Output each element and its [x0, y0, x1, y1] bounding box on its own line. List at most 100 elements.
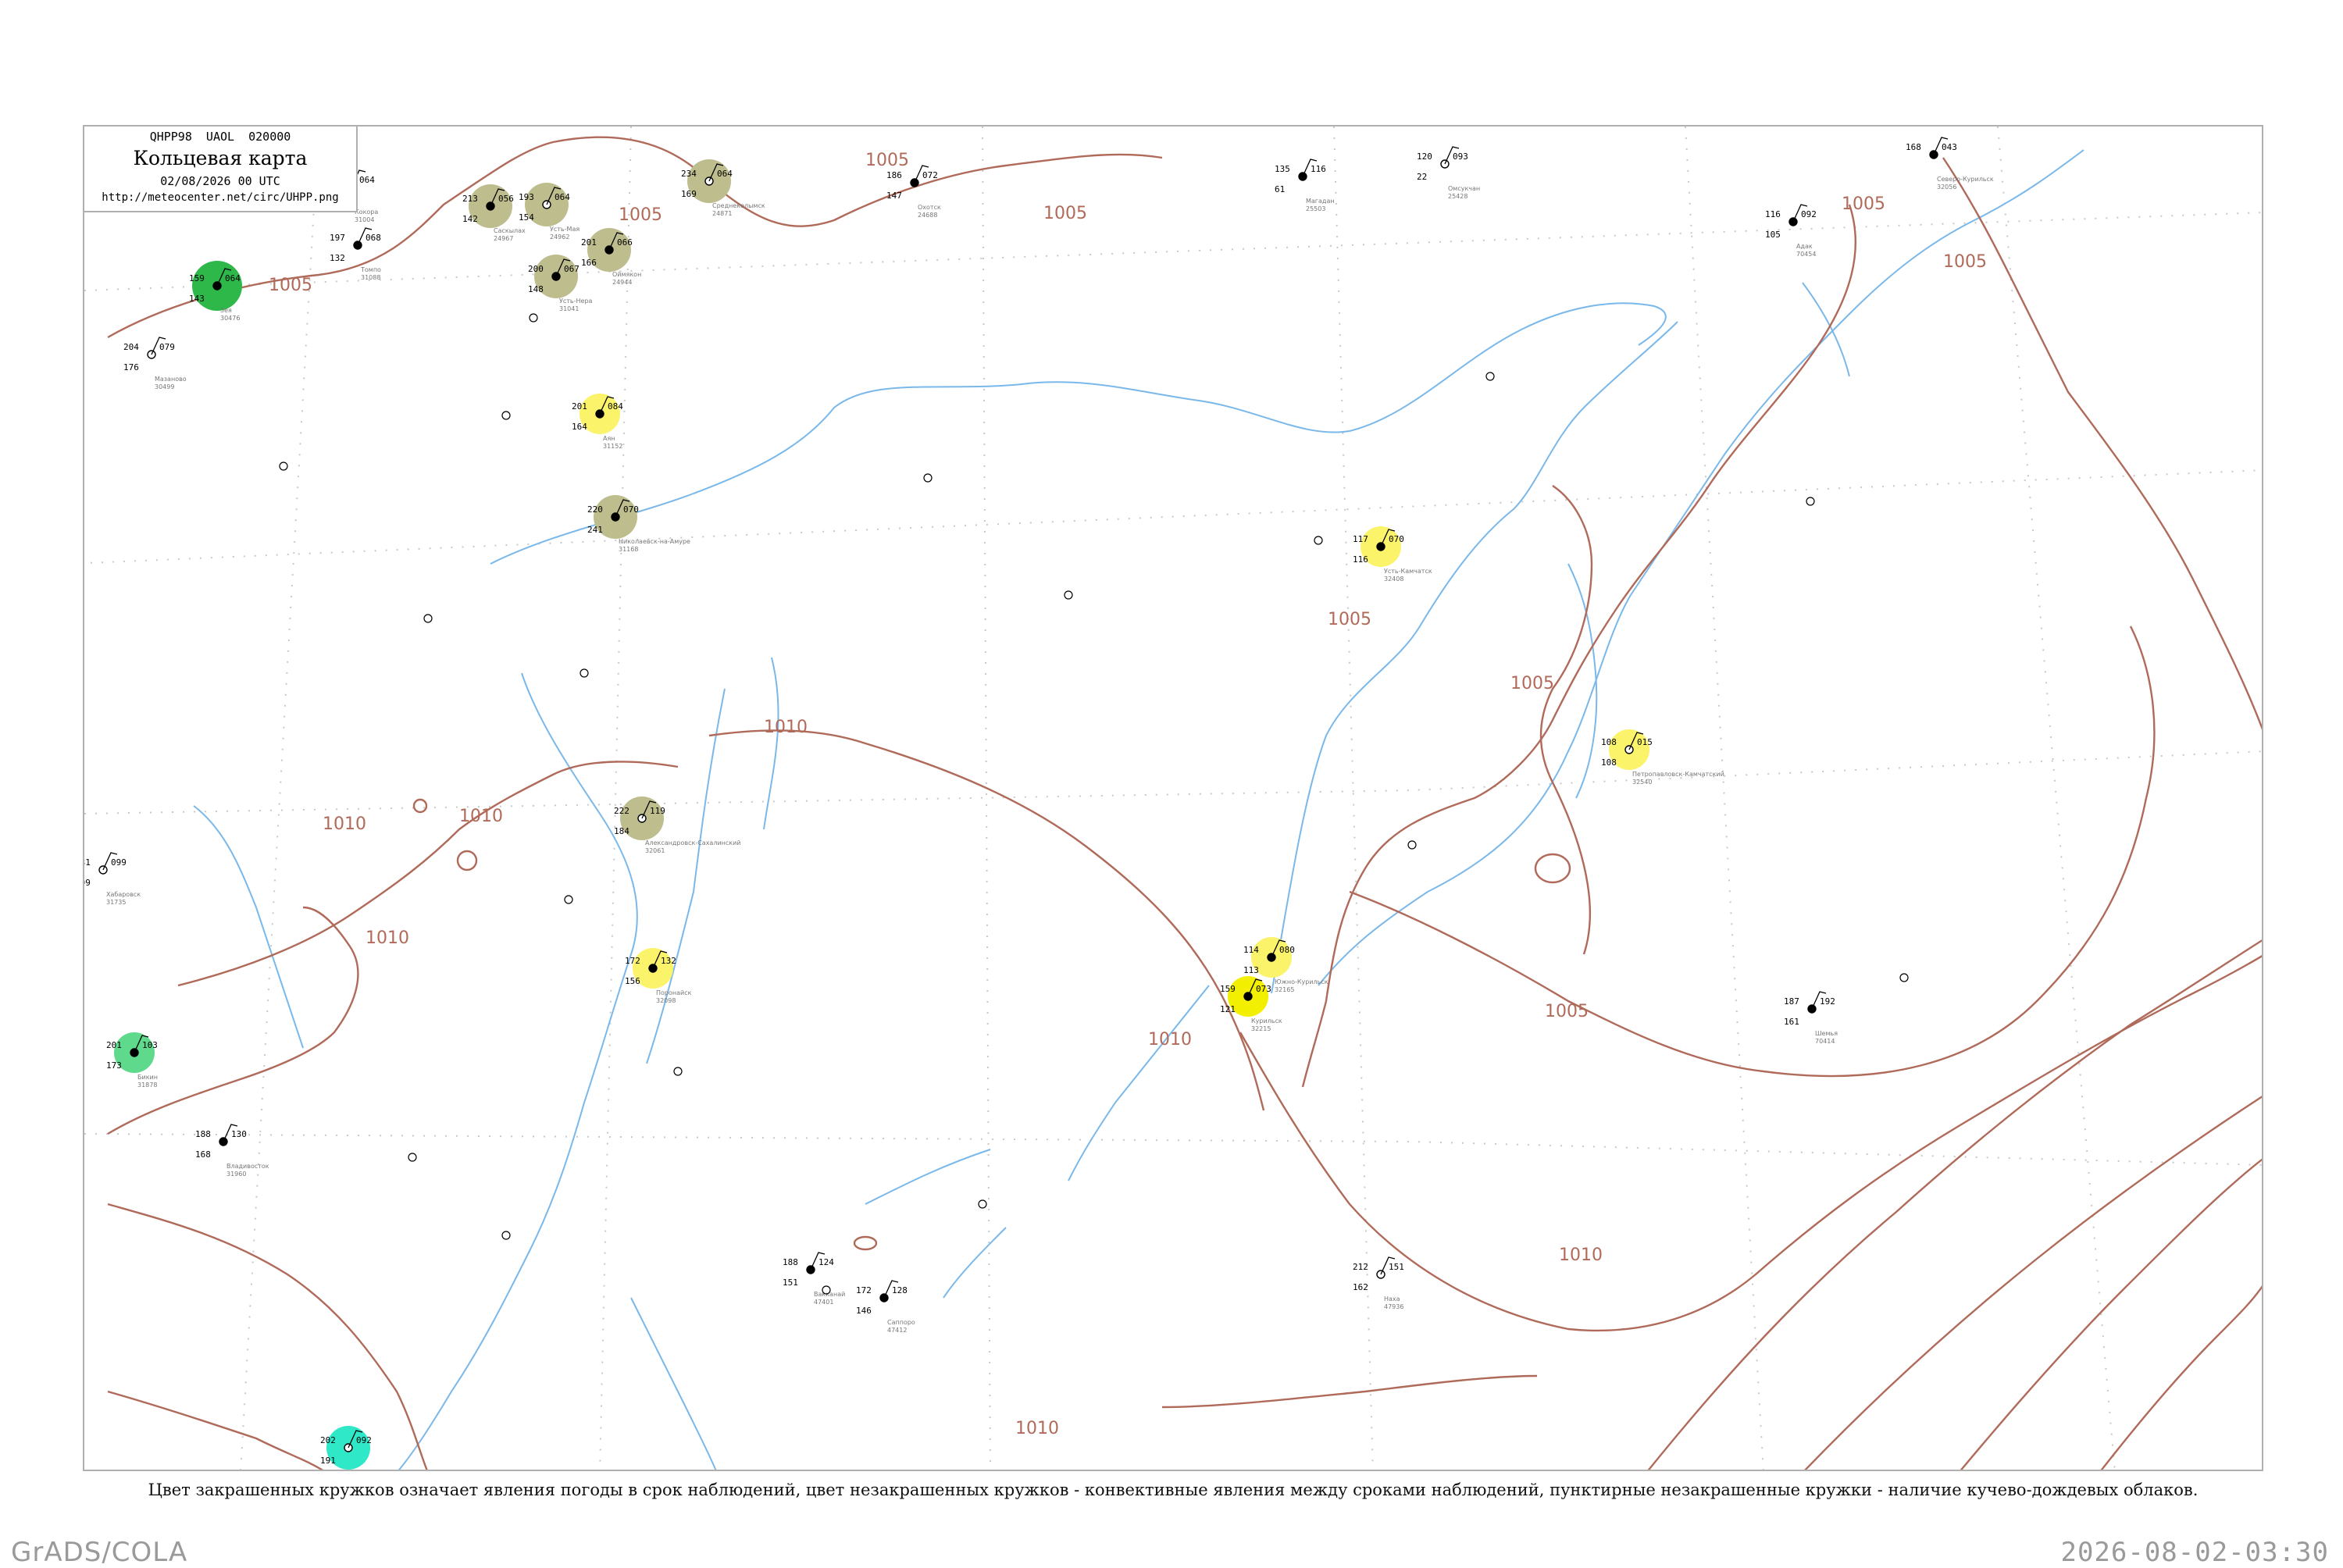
map-title: Кольцевая карта [133, 147, 308, 169]
station-dewpoint: 147 [886, 191, 902, 201]
station-dewpoint: 162 [1353, 1282, 1368, 1292]
station-dewpoint: 241 [587, 525, 603, 535]
station-temperature: 159 [189, 273, 205, 283]
station-temperature: 172 [856, 1285, 872, 1295]
station-pressure: 015 [1637, 737, 1653, 747]
station-pressure: 116 [1311, 164, 1326, 174]
station-name: Усть-Камчатск [1384, 568, 1432, 575]
station-temperature: 234 [681, 169, 697, 179]
station-temperature: 187 [1784, 996, 1799, 1007]
isobar-label: 1005 [1510, 674, 1554, 693]
station-dewpoint: 142 [462, 214, 478, 224]
station-index: 31735 [106, 899, 126, 906]
station-model: 188 130 168 Владивосток31960 [195, 1124, 269, 1178]
station-index: 31041 [559, 305, 579, 312]
map-datetime: 02/08/2026 00 UTC [160, 174, 280, 188]
station-pressure: 064 [555, 192, 570, 202]
station-pressure: 066 [617, 237, 633, 248]
isobar-label: 1005 [865, 151, 909, 170]
station-index: 70414 [1815, 1038, 1835, 1045]
station-dewpoint: 132 [330, 253, 345, 263]
station-dewpoint: 161 [1784, 1017, 1799, 1027]
isobar-label: 1005 [1043, 204, 1087, 223]
station-pressure: 192 [1820, 996, 1835, 1007]
station-model: 172 128 146 Саппоро47412 [856, 1280, 915, 1334]
isobar-label: 1010 [764, 718, 808, 737]
station-model: 186 072 147 Охотск24688 [886, 165, 941, 219]
isobar-label: 1005 [1545, 1002, 1589, 1021]
software-credit: GrADS/COLA [11, 1537, 188, 1568]
station-pressure: 124 [818, 1257, 834, 1267]
station-model: 234 064 169 Среднеколымск24871 [681, 159, 765, 217]
station-index: 31152 [603, 443, 622, 450]
isobar-label: 1010 [323, 814, 366, 834]
station-pressure: 064 [717, 169, 733, 179]
station-index: 70454 [1796, 251, 1816, 258]
isobar-label: 1010 [1148, 1030, 1192, 1049]
station-name: Николаевск-на-Амуре [619, 538, 690, 545]
station-pressure: 099 [111, 857, 127, 868]
station-index: 32215 [1251, 1025, 1271, 1032]
station-index: 30499 [155, 383, 174, 390]
synoptic-map: 1005 1005 1005 1005 1005 1005 1005 1005 … [84, 127, 2262, 1470]
cloud-cover-icon [879, 1293, 889, 1303]
station-dewpoint: 151 [783, 1278, 798, 1288]
station-temperature: 168 [1906, 142, 1921, 152]
station-model: 135 116 61 Магадан25503 [1275, 159, 1335, 212]
station-index: 30476 [220, 315, 240, 322]
station-pressure: 130 [231, 1129, 247, 1139]
station-index: 31960 [226, 1171, 246, 1178]
station-temperature: 186 [886, 170, 902, 180]
minor-station-marks [279, 313, 1909, 1295]
station-index: 47412 [887, 1327, 907, 1334]
station-model: 222 119 184 Александровск-Сахалинский32061 [614, 796, 741, 854]
station-temperature: 135 [1275, 164, 1290, 174]
station-name: Аян [603, 435, 615, 442]
station-dewpoint: 116 [1353, 554, 1368, 565]
station-model: 201 084 164 Аян31152 [572, 394, 623, 450]
station-pressure: 093 [1453, 151, 1468, 162]
station-index: 32408 [1384, 576, 1403, 583]
station-dewpoint: 156 [625, 976, 640, 986]
bulletin-code: QHPP98 UAOL 020000 [149, 130, 291, 144]
station-name: Мазаново [155, 376, 187, 383]
station-temperature: 201 [572, 401, 587, 412]
station-temperature: 193 [519, 192, 534, 202]
station-name: Петропавловск-Камчатский [1632, 771, 1724, 778]
station-name: Адак [1796, 243, 1813, 250]
station-dewpoint: 168 [195, 1149, 211, 1160]
station-pressure: 056 [498, 194, 514, 204]
station-index: 47936 [1384, 1303, 1403, 1310]
station-dewpoint: 148 [528, 284, 544, 294]
map-title-box: QHPP98 UAOL 020000 Кольцевая карта 02/08… [84, 127, 358, 212]
isobar-label: 1005 [1842, 194, 1885, 214]
station-temperature: 117 [1353, 534, 1368, 544]
station-temperature: 213 [462, 194, 478, 204]
station-name: Бикин [137, 1074, 158, 1081]
station-temperature: 188 [783, 1257, 798, 1267]
station-temperature: 200 [528, 264, 544, 274]
station-pressure: 080 [1279, 945, 1295, 955]
station-model: 117 070 116 Усть-Камчатск32408 [1353, 526, 1432, 583]
station-dewpoint: 169 [681, 189, 697, 199]
station-dewpoint: 184 [614, 826, 629, 836]
station-name: Поронайск [656, 989, 692, 996]
station-name: Кокора [355, 208, 378, 216]
station-dewpoint: 166 [581, 258, 597, 268]
station-model: 108 015 108 Петропавловск-Камчатский32540 [1601, 729, 1724, 786]
station-pressure: 067 [564, 264, 580, 274]
station-temperature: 201 [581, 237, 597, 248]
station-pressure: 084 [608, 401, 623, 412]
map-url[interactable]: http://meteocenter.net/circ/UHPP.png [84, 191, 356, 204]
station-dewpoint: 108 [1601, 757, 1617, 768]
station-dewpoint: 173 [106, 1060, 122, 1071]
station-dewpoint: 176 [123, 362, 139, 372]
isobar-label: 1010 [366, 928, 409, 948]
station-model: 201 066 166 Оймякон24944 [581, 228, 641, 286]
station-index: 24688 [918, 212, 937, 219]
station-model: 197 068 132 Томпо31088 [330, 227, 381, 281]
station-index: 31004 [355, 216, 374, 223]
station-model: 220 070 241 Николаевск-на-Амуре31168 [587, 495, 690, 553]
station-temperature: 114 [1243, 945, 1259, 955]
station-model: 213 056 142 Саскылах24967 [462, 184, 526, 242]
